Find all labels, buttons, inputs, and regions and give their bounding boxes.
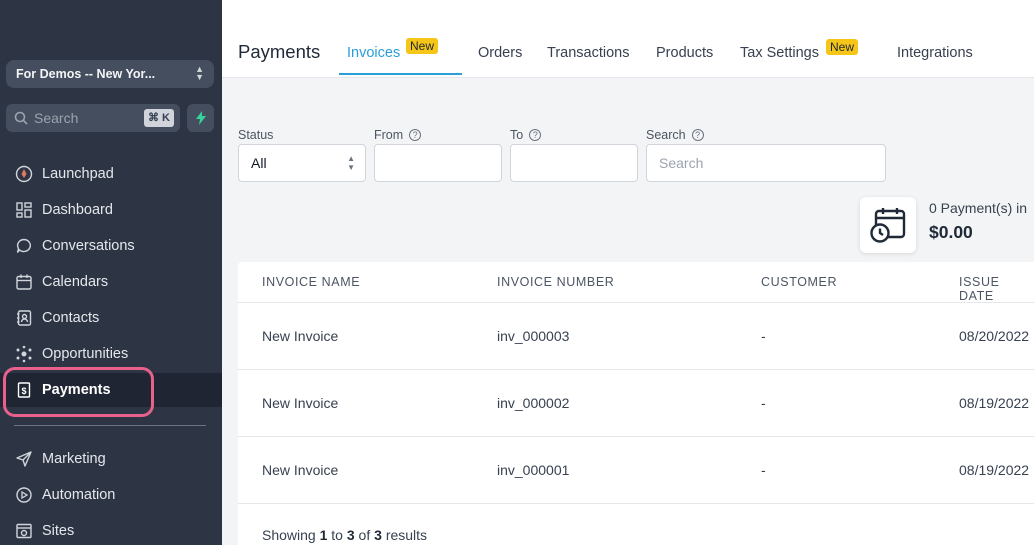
column-header-invoice-name[interactable]: INVOICE NAME	[262, 275, 360, 289]
sidebar-item-label: Opportunities	[42, 346, 129, 362]
sidebar-item-sites[interactable]: Sites	[0, 514, 222, 545]
page-title: Payments	[238, 41, 321, 62]
search-placeholder: Search	[659, 155, 704, 171]
svg-text:$: $	[21, 386, 26, 396]
issue-date-cell: 08/20/2022	[959, 328, 1030, 344]
customer-cell: -	[761, 462, 766, 478]
sidebar-item-launchpad[interactable]: Launchpad	[0, 157, 222, 191]
invoice-name-cell[interactable]: New Invoice	[262, 462, 338, 478]
status-value: All	[251, 155, 267, 171]
sidebar-item-label: Automation	[42, 487, 116, 503]
invoice-number-cell: inv_000002	[497, 395, 570, 411]
automation-icon	[14, 485, 34, 505]
sidebar-item-contacts[interactable]: Contacts	[0, 301, 222, 335]
sidebar: For Demos -- New Yor... ▲ ▼ Search ⌘ K La…	[0, 0, 222, 545]
column-header-issue-date[interactable]: ISSUE DATE	[959, 275, 1034, 303]
chevron-updown-icon: ▲ ▼	[195, 64, 204, 82]
to-label: To?	[510, 128, 542, 142]
sidebar-item-marketing[interactable]: Marketing	[0, 442, 222, 476]
customer-cell: -	[761, 328, 766, 344]
sidebar-search[interactable]: Search ⌘ K	[6, 104, 180, 132]
opportunities-icon	[14, 344, 34, 364]
invoices-table: INVOICE NAME INVOICE NUMBER CUSTOMER ISS…	[238, 262, 1034, 545]
sidebar-divider	[14, 425, 206, 426]
contacts-icon	[14, 308, 34, 328]
invoice-number-cell: inv_000003	[497, 328, 570, 344]
location-switcher[interactable]: For Demos -- New Yor... ▲ ▼	[6, 60, 214, 88]
sidebar-item-label: Marketing	[42, 451, 106, 467]
column-header-customer[interactable]: CUSTOMER	[761, 275, 837, 289]
sidebar-item-label: Sites	[42, 523, 75, 539]
status-select[interactable]: All ▲ ▼	[238, 144, 366, 182]
payments-summary-card	[860, 197, 916, 253]
receipt-dollar-icon: $	[14, 380, 34, 400]
sidebar-item-conversations[interactable]: Conversations	[0, 229, 222, 263]
payments-count-text: 0 Payment(s) in	[929, 200, 1028, 216]
sidebar-item-label: Conversations	[42, 238, 135, 254]
quick-action-button[interactable]	[187, 104, 214, 132]
invoice-number-cell: inv_000001	[497, 462, 570, 478]
grid-icon	[14, 200, 34, 220]
sidebar-item-label: Contacts	[42, 310, 100, 326]
sidebar-item-calendars[interactable]: Calendars	[0, 265, 222, 299]
payments-total-amount: $0.00	[929, 222, 973, 242]
sidebar-item-automation[interactable]: Automation	[0, 478, 222, 512]
search-icon	[14, 111, 28, 125]
status-label: Status	[238, 128, 274, 142]
new-badge: New	[406, 38, 439, 54]
sidebar-item-label: Launchpad	[42, 166, 114, 182]
tab-tax-settings[interactable]: Tax Settings	[740, 45, 819, 61]
tab-integrations[interactable]: Integrations	[897, 45, 973, 61]
invoice-name-cell[interactable]: New Invoice	[262, 395, 338, 411]
from-date-input[interactable]	[374, 144, 502, 182]
location-name: For Demos -- New Yor...	[16, 67, 156, 81]
search-placeholder: Search	[34, 110, 79, 126]
tab-products[interactable]: Products	[656, 45, 713, 61]
customer-cell: -	[761, 395, 766, 411]
pagination-summary: Showing 1 to 3 of 3 results	[262, 527, 428, 543]
help-icon[interactable]: ?	[409, 129, 422, 141]
invoice-name-cell[interactable]: New Invoice	[262, 328, 338, 344]
help-icon[interactable]: ?	[529, 129, 542, 141]
new-badge: New	[826, 39, 859, 55]
column-header-invoice-number[interactable]: INVOICE NUMBER	[497, 275, 614, 289]
sidebar-item-label: Payments	[42, 382, 111, 398]
tab-transactions[interactable]: Transactions	[547, 45, 629, 61]
chat-icon	[14, 236, 34, 256]
tab-invoices[interactable]: Invoices	[347, 45, 400, 61]
row-divider	[238, 503, 1034, 504]
send-icon	[14, 449, 34, 469]
search-input[interactable]: Search	[646, 144, 886, 182]
calendar-icon	[14, 272, 34, 292]
top-bar: Payments Invoices New Orders Transaction…	[222, 0, 1034, 78]
issue-date-cell: 08/19/2022	[959, 395, 1030, 411]
chevron-updown-icon: ▲ ▼	[347, 154, 355, 172]
row-divider	[238, 369, 1034, 370]
sidebar-item-label: Dashboard	[42, 202, 113, 218]
row-divider	[238, 302, 1034, 303]
bolt-icon	[195, 111, 206, 125]
sidebar-item-opportunities[interactable]: Opportunities	[0, 337, 222, 371]
shortcut-badge: ⌘ K	[144, 109, 174, 127]
sidebar-item-label: Calendars	[42, 274, 109, 290]
calendar-clock-icon	[870, 208, 906, 243]
to-date-input[interactable]	[510, 144, 638, 182]
issue-date-cell: 08/19/2022	[959, 462, 1030, 478]
search-label: Search?	[646, 128, 704, 142]
row-divider	[238, 436, 1034, 437]
help-icon[interactable]: ?	[691, 129, 704, 141]
sites-icon	[14, 521, 34, 541]
sidebar-item-payments[interactable]: $ Payments	[0, 373, 222, 407]
sidebar-item-dashboard[interactable]: Dashboard	[0, 193, 222, 227]
from-label: From?	[374, 128, 422, 142]
rocket-icon	[14, 164, 34, 184]
active-tab-indicator	[339, 73, 462, 75]
tab-orders[interactable]: Orders	[478, 45, 522, 61]
